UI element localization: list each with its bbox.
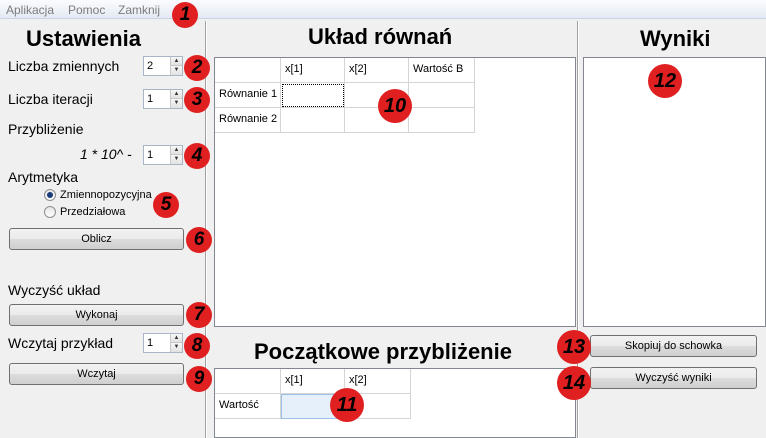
iter-count-spinner[interactable]: 1 ▲ ▼	[143, 89, 183, 109]
clear-system-button[interactable]: Wykonaj	[9, 304, 184, 326]
spin-up-icon[interactable]: ▲	[171, 90, 182, 99]
load-example-value[interactable]: 1	[147, 337, 153, 349]
badge-10: 10	[378, 89, 412, 123]
badge-13: 13	[557, 330, 591, 364]
approx-value[interactable]: 1	[147, 149, 153, 161]
table-cell[interactable]	[281, 83, 345, 108]
badge-5: 5	[153, 192, 179, 218]
spin-down-icon[interactable]: ▼	[171, 343, 182, 352]
copy-to-clipboard-button[interactable]: Skopiuj do schowka	[590, 335, 757, 357]
arith-label: Arytmetyka	[8, 169, 79, 185]
load-button[interactable]: Wczytaj	[9, 363, 184, 385]
initial-grid: x[1] x[2] Wartość	[214, 368, 576, 438]
equations-title: Układ równań	[308, 24, 453, 49]
badge-12: 12	[648, 64, 682, 98]
grid-corner	[215, 58, 281, 83]
compute-button[interactable]: Oblicz	[9, 228, 184, 250]
clear-results-button[interactable]: Wyczyść wyniki	[590, 367, 757, 389]
grid-corner	[215, 369, 281, 394]
radio-interval-label[interactable]: Przedziałowa	[60, 206, 125, 218]
grid-header: x[1]	[281, 58, 345, 83]
menu-pomoc[interactable]: Pomoc	[68, 3, 105, 17]
table-cell[interactable]	[281, 108, 345, 133]
row-header: Równanie 2	[215, 108, 281, 133]
spin-down-icon[interactable]: ▼	[171, 66, 182, 75]
radio-float[interactable]	[44, 189, 56, 201]
radio-float-label[interactable]: Zmiennopozycyjna	[60, 189, 152, 201]
spin-down-icon[interactable]: ▼	[171, 155, 182, 164]
badge-4: 4	[184, 143, 210, 169]
row-header: Wartość	[215, 394, 281, 419]
spin-up-icon[interactable]: ▲	[171, 146, 182, 155]
spin-up-icon[interactable]: ▲	[171, 57, 182, 66]
settings-title: Ustawienia	[26, 26, 141, 51]
spin-down-icon[interactable]: ▼	[171, 99, 182, 108]
menu-bar: Aplikacja Pomoc Zamknij	[0, 0, 766, 19]
badge-11: 11	[330, 388, 364, 422]
badge-8: 8	[184, 333, 210, 359]
approx-label: Przybliżenie	[8, 121, 84, 137]
load-example-spinner[interactable]: 1 ▲ ▼	[143, 333, 183, 353]
results-textarea[interactable]	[583, 57, 766, 327]
table-cell[interactable]	[409, 83, 475, 108]
results-title: Wyniki	[640, 26, 711, 51]
spin-up-icon[interactable]: ▲	[171, 334, 182, 343]
grid-header: Wartość B	[409, 58, 475, 83]
clear-label: Wyczyść układ	[8, 282, 101, 298]
iter-count-label: Liczba iteracji	[8, 91, 93, 107]
menu-aplikacja[interactable]: Aplikacja	[6, 3, 54, 17]
radio-interval[interactable]	[44, 206, 56, 218]
grid-header: x[1]	[281, 369, 345, 394]
var-count-value[interactable]: 2	[147, 60, 153, 72]
initial-title: Początkowe przybliżenie	[254, 339, 512, 364]
badge-3: 3	[184, 87, 210, 113]
badge-6: 6	[186, 227, 212, 253]
badge-14: 14	[557, 366, 591, 400]
var-count-label: Liczba zmiennych	[8, 58, 120, 74]
load-example-label: Wczytaj przykład	[8, 335, 114, 351]
badge-9: 9	[186, 366, 212, 392]
approx-formula: 1 * 10^ -	[80, 146, 132, 162]
badge-1: 1	[172, 2, 198, 28]
badge-7: 7	[186, 302, 212, 328]
badge-2: 2	[184, 55, 210, 81]
approx-spinner[interactable]: 1 ▲ ▼	[143, 145, 183, 165]
menu-zamknij[interactable]: Zamknij	[118, 3, 160, 17]
row-header: Równanie 1	[215, 83, 281, 108]
var-count-spinner[interactable]: 2 ▲ ▼	[143, 56, 183, 76]
table-cell[interactable]	[409, 108, 475, 133]
grid-header: x[2]	[345, 58, 409, 83]
iter-count-value[interactable]: 1	[147, 93, 153, 105]
